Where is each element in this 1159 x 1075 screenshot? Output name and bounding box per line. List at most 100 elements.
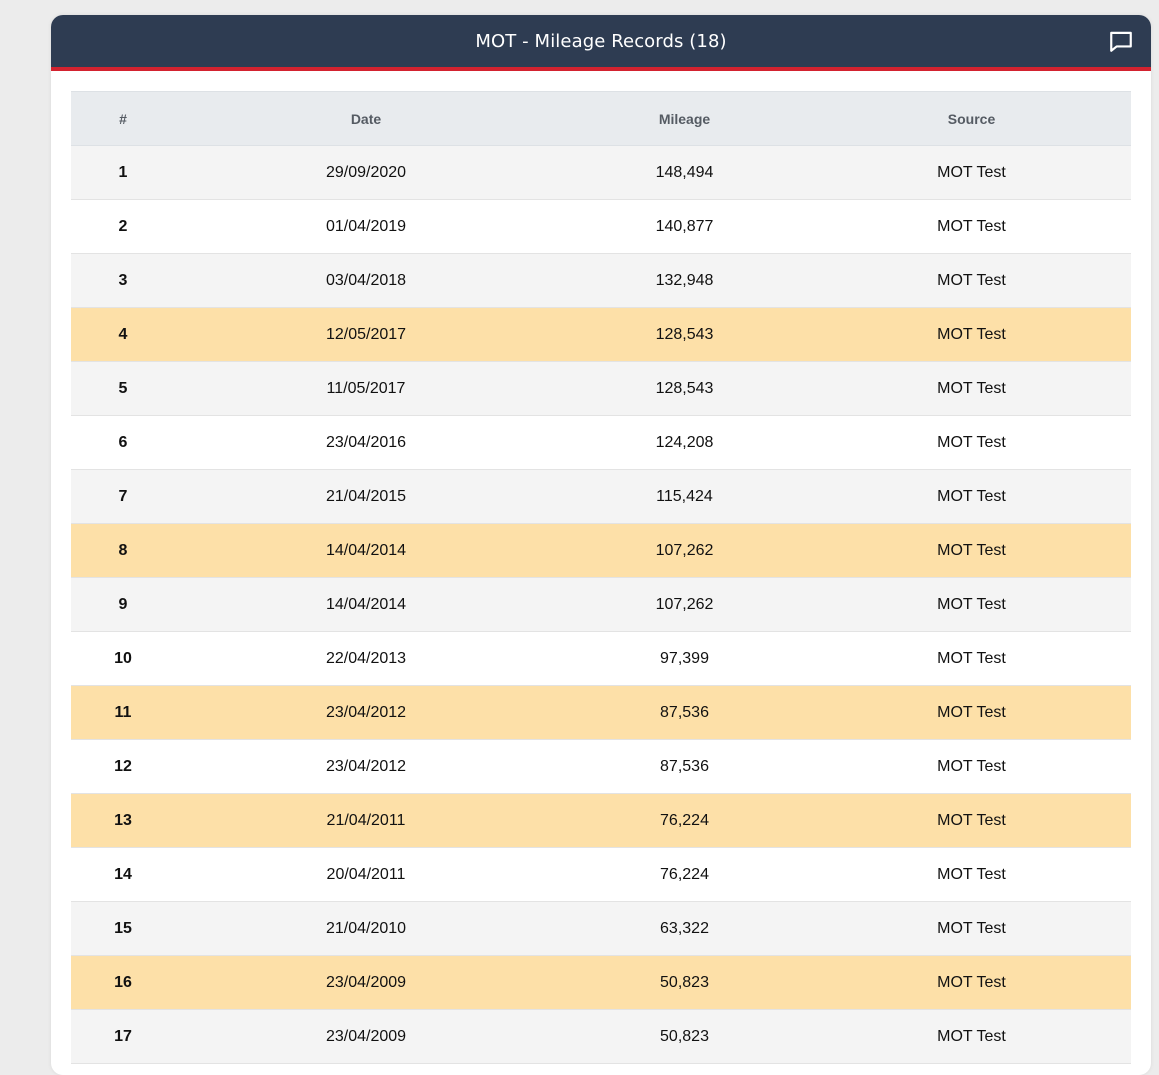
column-header-mileage[interactable]: Mileage bbox=[557, 92, 812, 146]
mileage-cell: 63,322 bbox=[557, 902, 812, 956]
date-cell: 23/04/2012 bbox=[175, 740, 557, 794]
row-number-cell: 13 bbox=[71, 794, 175, 848]
mileage-cell: 107,262 bbox=[557, 524, 812, 578]
table-header-row: # Date Mileage Source bbox=[71, 92, 1131, 146]
date-cell: 23/04/2012 bbox=[175, 686, 557, 740]
source-cell: MOT Test bbox=[812, 740, 1131, 794]
source-cell: MOT Test bbox=[812, 200, 1131, 254]
table-row: 1321/04/201176,224MOT Test bbox=[71, 794, 1131, 848]
mileage-table-wrapper: # Date Mileage Source 129/09/2020148,494… bbox=[71, 91, 1131, 1075]
mileage-cell: 148,494 bbox=[557, 146, 812, 200]
row-number-cell: 8 bbox=[71, 524, 175, 578]
mileage-cell: 97,399 bbox=[557, 632, 812, 686]
date-cell: 21/04/2015 bbox=[175, 470, 557, 524]
date-cell: 03/04/2018 bbox=[175, 254, 557, 308]
table-row: 511/05/2017128,543MOT Test bbox=[71, 362, 1131, 416]
row-number-cell: 9 bbox=[71, 578, 175, 632]
table-row: 201/04/2019140,877MOT Test bbox=[71, 200, 1131, 254]
row-number-cell: 14 bbox=[71, 848, 175, 902]
table-row: 623/04/2016124,208MOT Test bbox=[71, 416, 1131, 470]
row-number-cell: 5 bbox=[71, 362, 175, 416]
table-row: 412/05/2017128,543MOT Test bbox=[71, 308, 1131, 362]
source-cell: MOT Test bbox=[812, 956, 1131, 1010]
date-cell: 20/04/2011 bbox=[175, 848, 557, 902]
panel-title: MOT - Mileage Records (18) bbox=[475, 31, 726, 52]
date-cell: 12/05/2017 bbox=[175, 308, 557, 362]
table-row: 1623/04/200950,823MOT Test bbox=[71, 956, 1131, 1010]
date-cell: 11/05/2017 bbox=[175, 362, 557, 416]
source-cell: MOT Test bbox=[812, 362, 1131, 416]
source-cell: MOT Test bbox=[812, 254, 1131, 308]
comment-button[interactable] bbox=[1107, 27, 1135, 55]
row-number-cell: 6 bbox=[71, 416, 175, 470]
column-header-number[interactable]: # bbox=[71, 92, 175, 146]
mileage-cell: 87,536 bbox=[557, 740, 812, 794]
source-cell: MOT Test bbox=[812, 1064, 1131, 1075]
mileage-cell: 124,208 bbox=[557, 416, 812, 470]
source-cell: MOT Test bbox=[812, 686, 1131, 740]
mileage-cell: 50,823 bbox=[557, 956, 812, 1010]
date-cell: 21/04/2010 bbox=[175, 902, 557, 956]
mileage-cell: 128,543 bbox=[557, 308, 812, 362]
date-cell: 14/04/2014 bbox=[175, 578, 557, 632]
date-cell: 23/04/2009 bbox=[175, 956, 557, 1010]
source-cell: MOT Test bbox=[812, 794, 1131, 848]
table-row: 1223/04/201287,536MOT Test bbox=[71, 740, 1131, 794]
mileage-cell: 107,262 bbox=[557, 578, 812, 632]
mileage-cell: 87,536 bbox=[557, 686, 812, 740]
mileage-cell: 115,424 bbox=[557, 470, 812, 524]
row-number-cell: 18 bbox=[71, 1064, 175, 1075]
row-number-cell: 7 bbox=[71, 470, 175, 524]
source-cell: MOT Test bbox=[812, 632, 1131, 686]
row-number-cell: 4 bbox=[71, 308, 175, 362]
table-row: 814/04/2014107,262MOT Test bbox=[71, 524, 1131, 578]
mileage-cell: 76,224 bbox=[557, 848, 812, 902]
row-number-cell: 3 bbox=[71, 254, 175, 308]
source-cell: MOT Test bbox=[812, 416, 1131, 470]
source-cell: MOT Test bbox=[812, 146, 1131, 200]
column-header-source[interactable]: Source bbox=[812, 92, 1131, 146]
table-row: 721/04/2015115,424MOT Test bbox=[71, 470, 1131, 524]
source-cell: MOT Test bbox=[812, 470, 1131, 524]
source-cell: MOT Test bbox=[812, 578, 1131, 632]
table-row: 1521/04/201063,322MOT Test bbox=[71, 902, 1131, 956]
table-row: 1810/04/200840,597MOT Test bbox=[71, 1064, 1131, 1075]
date-cell: 01/04/2019 bbox=[175, 200, 557, 254]
table-row: 1420/04/201176,224MOT Test bbox=[71, 848, 1131, 902]
table-row: 129/09/2020148,494MOT Test bbox=[71, 146, 1131, 200]
source-cell: MOT Test bbox=[812, 1010, 1131, 1064]
row-number-cell: 12 bbox=[71, 740, 175, 794]
date-cell: 23/04/2016 bbox=[175, 416, 557, 470]
table-row: 1723/04/200950,823MOT Test bbox=[71, 1010, 1131, 1064]
mileage-cell: 76,224 bbox=[557, 794, 812, 848]
row-number-cell: 17 bbox=[71, 1010, 175, 1064]
mileage-cell: 50,823 bbox=[557, 1010, 812, 1064]
table-row: 1123/04/201287,536MOT Test bbox=[71, 686, 1131, 740]
column-header-date[interactable]: Date bbox=[175, 92, 557, 146]
mileage-cell: 132,948 bbox=[557, 254, 812, 308]
row-number-cell: 1 bbox=[71, 146, 175, 200]
date-cell: 22/04/2013 bbox=[175, 632, 557, 686]
table-row: 303/04/2018132,948MOT Test bbox=[71, 254, 1131, 308]
mileage-cell: 140,877 bbox=[557, 200, 812, 254]
source-cell: MOT Test bbox=[812, 902, 1131, 956]
row-number-cell: 15 bbox=[71, 902, 175, 956]
date-cell: 21/04/2011 bbox=[175, 794, 557, 848]
mileage-cell: 40,597 bbox=[557, 1064, 812, 1075]
table-row: 1022/04/201397,399MOT Test bbox=[71, 632, 1131, 686]
row-number-cell: 16 bbox=[71, 956, 175, 1010]
mileage-records-panel: MOT - Mileage Records (18) # Date Mileag… bbox=[51, 15, 1151, 1075]
row-number-cell: 2 bbox=[71, 200, 175, 254]
source-cell: MOT Test bbox=[812, 308, 1131, 362]
date-cell: 10/04/2008 bbox=[175, 1064, 557, 1075]
mileage-cell: 128,543 bbox=[557, 362, 812, 416]
date-cell: 23/04/2009 bbox=[175, 1010, 557, 1064]
date-cell: 29/09/2020 bbox=[175, 146, 557, 200]
speech-bubble-icon bbox=[1108, 28, 1134, 54]
row-number-cell: 11 bbox=[71, 686, 175, 740]
date-cell: 14/04/2014 bbox=[175, 524, 557, 578]
mileage-table: # Date Mileage Source 129/09/2020148,494… bbox=[71, 91, 1131, 1075]
panel-header: MOT - Mileage Records (18) bbox=[51, 15, 1151, 71]
source-cell: MOT Test bbox=[812, 524, 1131, 578]
table-row: 914/04/2014107,262MOT Test bbox=[71, 578, 1131, 632]
